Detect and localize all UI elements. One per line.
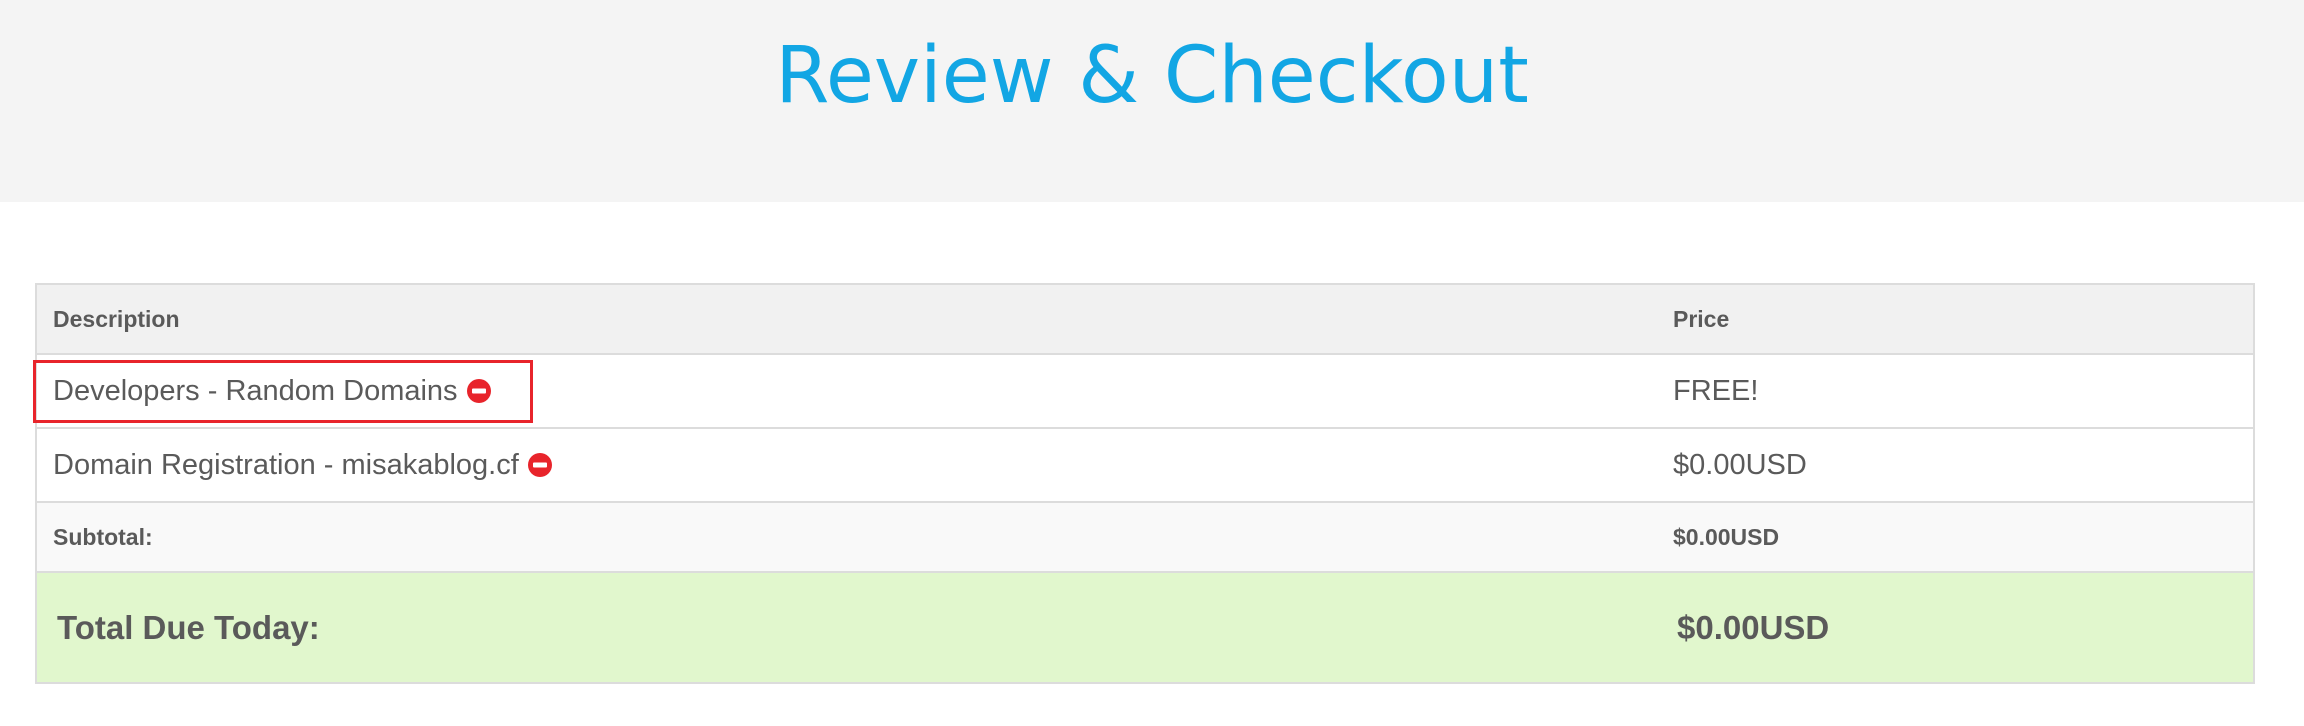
subtotal-label: Subtotal:	[53, 523, 153, 550]
item-price: $0.00USD	[1673, 448, 1807, 481]
table-header-row: Description Price	[37, 285, 2253, 355]
remove-circle-icon[interactable]	[527, 453, 552, 477]
page-title: Review & Checkout	[775, 31, 1529, 121]
column-header-description: Description	[53, 305, 180, 332]
page-header: Review & Checkout	[0, 0, 2304, 202]
subtotal-value: $0.00USD	[1673, 523, 1780, 550]
cart-summary-table: Description Price Developers - Random Do…	[33, 283, 2255, 684]
remove-circle-icon[interactable]	[466, 379, 491, 403]
highlighted-item: Developers - Random Domains	[33, 359, 533, 423]
item-description: Developers - Random Domains	[53, 374, 458, 407]
item-description-cell: Domain Registration - misakablog.cf	[37, 449, 1673, 482]
total-due-label: Total Due Today:	[57, 608, 320, 646]
total-due-value: $0.00USD	[1677, 608, 1830, 646]
subtotal-row: Subtotal: $0.00USD	[37, 503, 2253, 573]
table-row: Domain Registration - misakablog.cf $0.0…	[37, 429, 2253, 503]
item-price: FREE!	[1673, 374, 1759, 407]
column-header-price: Price	[1673, 305, 1730, 332]
table-row: Developers - Random Domains FREE!	[33, 355, 2253, 429]
total-due-row: Total Due Today: $0.00USD	[37, 573, 2253, 682]
item-description-cell: Developers - Random Domains	[33, 359, 1673, 423]
item-description: Domain Registration - misakablog.cf	[53, 448, 519, 481]
